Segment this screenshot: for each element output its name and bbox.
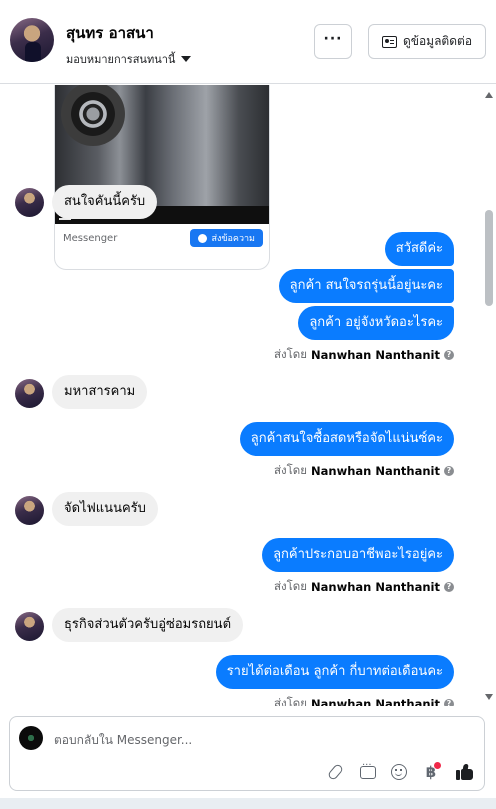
car-wheel-image <box>61 85 125 146</box>
sent-by-prefix: ส่งโดย <box>273 696 308 706</box>
sent-by-agent: Nanwhan Nanthanit <box>311 464 440 478</box>
composer-footer-bar <box>0 798 496 809</box>
reply-composer: ฿ <box>9 716 485 791</box>
incoming-message[interactable]: ธุรกิจส่วนตัวครับอู่ซ่อมรถยนต์ <box>52 608 244 642</box>
incoming-message[interactable]: สนใจคันนี้ครับ <box>52 185 158 219</box>
sent-by-prefix: ส่งโดย <box>273 579 308 593</box>
incoming-message[interactable]: จัดไฟแนนครับ <box>52 492 158 526</box>
view-contact-info-label: ดูข้อมูลติดต่อ <box>402 34 473 48</box>
sent-by-prefix: ส่งโดย <box>273 347 308 361</box>
saved-replies-icon <box>360 760 376 779</box>
thumbs-up-icon <box>455 764 473 780</box>
messenger-icon <box>198 233 208 243</box>
sent-by-agent: Nanwhan Nanthanit <box>311 580 440 594</box>
saved-replies-button[interactable] <box>357 760 379 783</box>
contact-name[interactable]: สุนทร อาสนา <box>66 21 154 45</box>
contact-avatar-small[interactable] <box>15 496 44 525</box>
outgoing-message[interactable]: ลูกค้าประกอบอาชีพอะไรอยู่คะ <box>262 538 454 572</box>
assign-label: มอบหมายการสนทนานี้ <box>66 53 176 66</box>
send-message-label: ส่งข้อความ <box>211 234 255 244</box>
scrollbar-thumb[interactable] <box>485 210 493 306</box>
incoming-message[interactable]: มหาสารคาม <box>52 375 148 409</box>
ad-preview-card[interactable]: Messenger ส่งข้อความ <box>54 85 270 270</box>
notification-dot <box>434 762 441 769</box>
sent-by-label: ส่งโดย Nanwhan Nanthanit ? <box>274 346 454 364</box>
sent-by-label: ส่งโดย Nanwhan Nanthanit ? <box>274 462 454 480</box>
ad-source-label: Messenger <box>63 232 118 244</box>
more-options-button[interactable]: ··· <box>314 24 352 59</box>
scroll-down-arrow-icon[interactable] <box>485 694 493 700</box>
contact-avatar-small[interactable] <box>15 612 44 641</box>
help-icon[interactable]: ? <box>444 466 454 476</box>
outgoing-message[interactable]: ลูกค้า สนใจรถรุ่นนี้อยู่นะคะ <box>278 269 454 303</box>
more-dots-icon: ··· <box>323 30 343 47</box>
sent-by-prefix: ส่งโดย <box>273 463 308 477</box>
sent-by-agent: Nanwhan Nanthanit <box>311 348 440 362</box>
outgoing-message[interactable]: ลูกค้าสนใจซื้อสดหรือจัดไแน่นซ์คะ <box>239 422 454 456</box>
outgoing-message[interactable]: ลูกค้า อยู่จังหวัดอะไรคะ <box>298 306 454 340</box>
caret-down-icon <box>181 56 192 62</box>
outgoing-message[interactable]: สวัสดีค่ะ <box>384 232 454 266</box>
sent-by-label: ส่งโดย Nanwhan Nanthanit ? <box>274 695 454 706</box>
payment-button[interactable]: ฿ <box>420 761 442 783</box>
attach-button[interactable] <box>324 761 346 783</box>
help-icon[interactable]: ? <box>444 699 454 706</box>
send-message-button[interactable]: ส่งข้อความ <box>190 229 263 247</box>
outgoing-message[interactable]: รายได้ต่อเดือน ลูกค้า กี่บาทต่อเดือนคะ <box>215 655 454 689</box>
help-icon[interactable]: ? <box>444 582 454 592</box>
sent-by-label: ส่งโดย Nanwhan Nanthanit ? <box>274 578 454 596</box>
paperclip-icon <box>326 762 344 782</box>
page-avatar <box>19 726 43 750</box>
ad-card-footer: Messenger ส่งข้อความ <box>55 224 269 252</box>
message-thread[interactable]: Messenger ส่งข้อความ สนใจคันนี้ครับ สวัส… <box>0 85 496 706</box>
conversation-header: สุนทร อาสนา มอบหมายการสนทนานี้ ··· ดูข้อ… <box>0 0 496 84</box>
reply-input[interactable] <box>54 727 454 753</box>
contact-avatar-small[interactable] <box>15 188 44 217</box>
messenger-conversation: สุนทร อาสนา มอบหมายการสนทนานี้ ··· ดูข้อ… <box>0 0 496 809</box>
smile-icon <box>391 764 407 780</box>
contact-avatar[interactable] <box>10 18 54 62</box>
assign-conversation-dropdown[interactable]: มอบหมายการสนทนานี้ <box>66 50 192 68</box>
id-card-icon <box>381 35 397 48</box>
contact-avatar-small[interactable] <box>15 379 44 408</box>
scroll-up-arrow-icon[interactable] <box>485 92 493 98</box>
sent-by-agent: Nanwhan Nanthanit <box>311 697 440 706</box>
help-icon[interactable]: ? <box>444 350 454 360</box>
view-contact-info-button[interactable]: ดูข้อมูลติดต่อ <box>368 24 486 59</box>
like-button[interactable] <box>453 761 475 783</box>
emoji-button[interactable] <box>388 761 410 783</box>
